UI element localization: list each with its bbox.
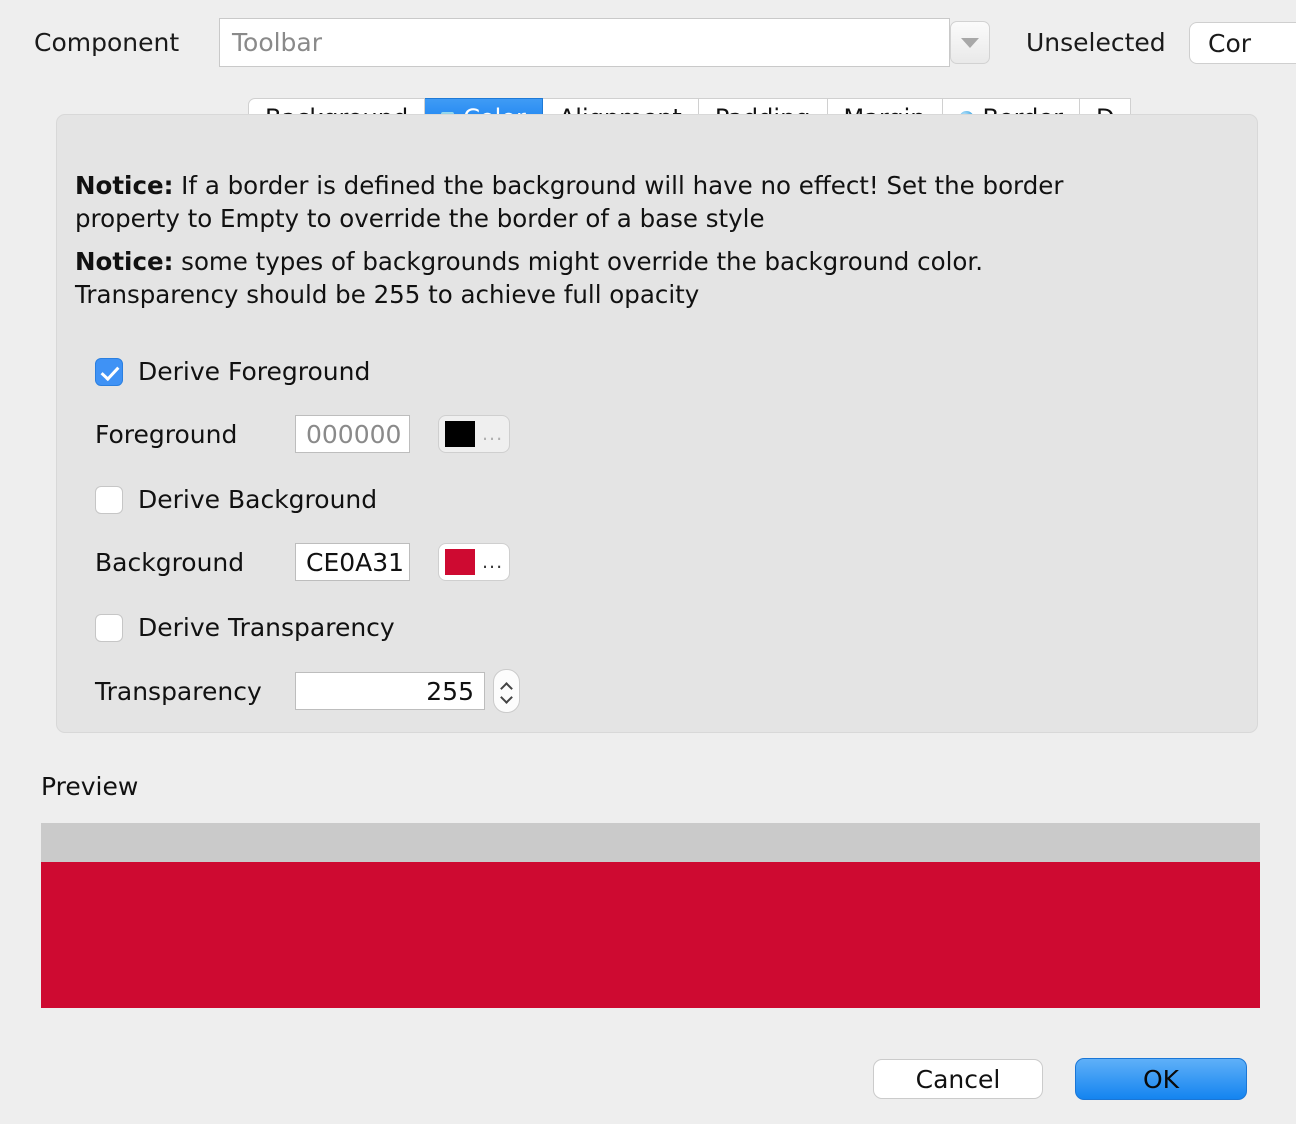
notice-border-text: If a border is defined the background wi… [75,171,1064,233]
foreground-ellipsis: ... [482,422,504,445]
preview-toolbar-strip [41,823,1260,862]
background-ellipsis: ... [482,550,504,573]
derive-transparency-row[interactable]: Derive Transparency [95,613,395,642]
notice-transparency-text: some types of backgrounds might override… [75,247,984,309]
component-dropdown-button[interactable] [950,21,990,64]
foreground-row: Foreground 000000 ... [95,415,510,453]
derive-foreground-checkbox[interactable] [95,357,123,386]
foreground-label: Foreground [95,419,238,449]
foreground-color-picker-button[interactable]: ... [438,415,510,453]
derive-background-checkbox[interactable] [95,485,123,514]
notice-border-prefix: Notice: [75,171,174,200]
foreground-color-swatch [445,421,475,447]
background-row: Background CE0A31 ... [95,543,510,581]
chevron-down-icon[interactable] [501,694,512,701]
style-editor-dialog: Component Toolbar Unselected Cor Backgro… [0,0,1296,1124]
notice-border: Notice: If a border is defined the backg… [75,170,1085,236]
background-color-swatch [445,549,475,575]
cancel-button[interactable]: Cancel [873,1059,1043,1099]
transparency-row: Transparency 255 [95,669,520,713]
derive-background-row[interactable]: Derive Background [95,485,377,514]
state-label: Unselected [1026,28,1166,57]
foreground-hex-input[interactable]: 000000 [295,415,410,453]
notice-transparency: Notice: some types of backgrounds might … [75,246,1085,312]
background-color-picker-button[interactable]: ... [438,543,510,581]
derive-foreground-row[interactable]: Derive Foreground [95,357,370,386]
derive-foreground-label: Derive Foreground [138,357,371,386]
ok-button[interactable]: OK [1075,1058,1247,1100]
component-selector-row: Component Toolbar Unselected Cor [0,0,1296,86]
component-label: Component [34,28,180,57]
chevron-down-icon [961,37,979,48]
derive-transparency-label: Derive Transparency [138,613,395,642]
background-hex-input[interactable]: CE0A31 [295,543,410,581]
transparency-input[interactable]: 255 [295,672,485,710]
preview-label: Preview [41,772,139,801]
derive-transparency-checkbox[interactable] [95,613,123,642]
notice-transparency-prefix: Notice: [75,247,174,276]
component-combo-input[interactable]: Toolbar [219,18,950,67]
chevron-up-icon[interactable] [501,682,512,689]
preview-area [41,823,1260,1008]
corner-button[interactable]: Cor [1189,22,1296,64]
preview-background-fill [41,862,1260,1008]
transparency-label: Transparency [95,676,262,706]
color-settings-panel: Notice: If a border is defined the backg… [56,114,1258,733]
derive-background-label: Derive Background [138,485,378,514]
background-label: Background [95,547,245,577]
transparency-stepper[interactable] [493,669,520,713]
